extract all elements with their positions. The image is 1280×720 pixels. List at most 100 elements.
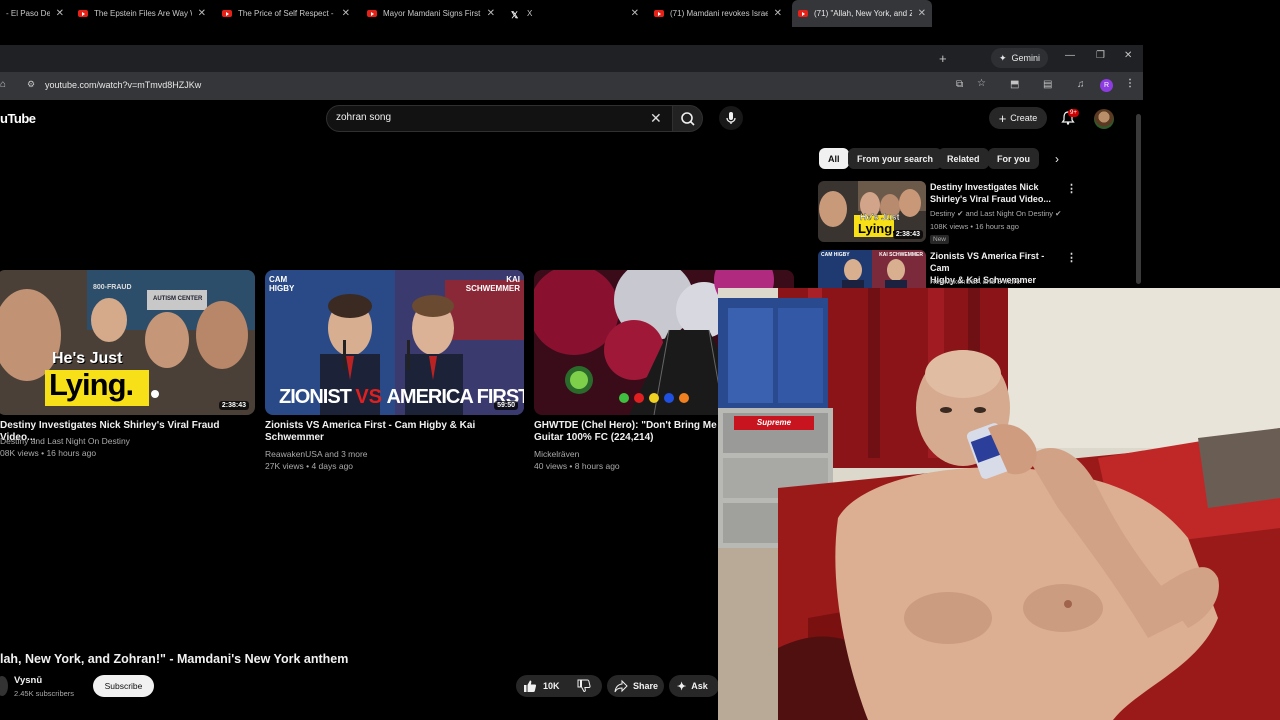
close-icon[interactable]: ✕ xyxy=(774,8,782,19)
endscreen-video-channel[interactable]: Destiny and Last Night On Destiny xyxy=(0,435,130,447)
endscreen-video-channel[interactable]: Mickelräven xyxy=(534,448,579,460)
tab-price-of-self-respect[interactable]: The Price of Self Respect - Yo ✕ xyxy=(216,0,356,27)
search-button[interactable] xyxy=(672,105,703,132)
plus-icon: + xyxy=(998,110,1007,126)
minimize-icon[interactable]: — xyxy=(1065,50,1075,61)
like-count: 10K xyxy=(543,681,560,691)
close-icon[interactable]: ✕ xyxy=(198,8,206,19)
tab-title: Mayor Mamdani Signs First T xyxy=(383,9,481,18)
x-icon: 𝕏 xyxy=(511,10,519,20)
bookmark-star-icon[interactable]: ☆ xyxy=(977,78,986,89)
tab-x[interactable]: 𝕏 X ✕ xyxy=(505,0,645,27)
tab-title: The Price of Self Respect - Yo xyxy=(238,9,336,18)
close-icon[interactable]: ✕ xyxy=(56,8,64,19)
video-duration: 2:38:43 xyxy=(892,230,923,239)
tab-el-paso[interactable]: - El Paso Del ✕ xyxy=(0,0,70,27)
sidebar-video-thumbnail[interactable]: CAM HIGBY KAI SCHWEMMER xyxy=(818,250,926,288)
voice-search-button[interactable] xyxy=(719,106,743,130)
profile-avatar[interactable]: R xyxy=(1100,79,1113,92)
site-info-icon[interactable]: ⚙ xyxy=(27,79,35,90)
thumbnail-caption: ZIONIST xyxy=(279,386,352,408)
ask-button[interactable]: ✦ Ask xyxy=(669,675,719,697)
search-input[interactable]: zohran song xyxy=(336,112,391,123)
account-avatar[interactable] xyxy=(1094,109,1114,129)
new-badge: New xyxy=(930,235,950,244)
channel-name: Destiny xyxy=(930,209,956,218)
sidebar-video-channel[interactable]: ReawakenUSA and 3 more xyxy=(930,276,1020,288)
side-panel-icon[interactable]: ▤ xyxy=(1043,79,1052,90)
sidebar-video-thumbnail[interactable]: He's Just Lying. 2:38:43 xyxy=(818,181,926,242)
tab-strip xyxy=(0,45,1143,72)
ask-label: Ask xyxy=(691,681,708,691)
url-field[interactable]: youtube.com/watch?v=mTmvd8HZJKw xyxy=(45,80,201,90)
extensions-icon[interactable]: ⬒ xyxy=(1010,79,1019,90)
clear-search-icon[interactable]: ✕ xyxy=(650,110,662,127)
window-close-icon[interactable]: ✕ xyxy=(1124,50,1132,61)
sidebar-scrollbar[interactable] xyxy=(1135,110,1143,290)
channel-name[interactable]: Vysnū xyxy=(14,675,42,686)
youtube-logo[interactable]: uTube xyxy=(0,111,36,126)
webcam-overlay: Supreme xyxy=(718,288,1280,720)
create-label: Create xyxy=(1010,113,1038,123)
thumbnail-caption: KAI SCHWEMMER xyxy=(465,275,520,293)
close-icon[interactable]: ✕ xyxy=(918,8,926,19)
browser-menu-icon[interactable]: ⋮ xyxy=(1125,78,1135,89)
endscreen-video-title[interactable]: Zionists VS America First - Cam Higby & … xyxy=(265,420,520,444)
endscreen-video-channel[interactable]: ReawakenUSA and 3 more xyxy=(265,448,368,460)
channel-avatar[interactable] xyxy=(0,676,8,696)
sparkle-icon: ✦ xyxy=(677,680,687,693)
tab-epstein-files[interactable]: The Epstein Files Are Way W ✕ xyxy=(72,0,212,27)
sign-text: 800-FRAUD xyxy=(93,284,132,291)
home-icon[interactable]: ⌂ xyxy=(0,79,6,90)
dislike-button[interactable] xyxy=(566,675,602,697)
thumbnail-caption: He's Just xyxy=(52,350,123,367)
new-tab-button[interactable]: + xyxy=(939,51,947,66)
close-icon[interactable]: ✕ xyxy=(631,8,639,19)
create-button[interactable]: + Create xyxy=(989,107,1047,129)
tab-title: - El Paso Del xyxy=(6,9,50,18)
more-actions-icon[interactable]: ⋮ xyxy=(1066,251,1077,264)
subscribe-button[interactable]: Subscribe xyxy=(93,675,154,697)
thumbs-up-icon xyxy=(524,680,537,692)
thumbs-down-icon xyxy=(577,679,591,693)
endscreen-video-meta: 27K views • 4 days ago xyxy=(265,461,354,471)
tab-allah-new-york[interactable]: (71) "Allah, New York, and Zo ✕ xyxy=(792,0,932,27)
sparkle-icon: ✦ xyxy=(999,52,1007,63)
thumbnail-caption: VS xyxy=(355,386,383,408)
thumbnail-caption: KAI SCHWEMMER xyxy=(879,252,923,258)
install-app-icon[interactable]: ⧉ xyxy=(956,79,963,90)
thumbnail-headline: ZIONIST VS AMERICA FIRST xyxy=(279,386,524,409)
close-icon[interactable]: ✕ xyxy=(342,8,350,19)
channel-name-extra: and Last Night On Destiny xyxy=(965,209,1054,218)
webcam-feed xyxy=(718,288,1280,720)
chip-related[interactable]: Related xyxy=(938,148,989,169)
thumbnail-caption: Lying. xyxy=(49,367,134,402)
youtube-icon xyxy=(367,10,377,17)
endscreen-video-title[interactable]: GHWTDE (Chel Hero): "Don't Bring Me D Gu… xyxy=(534,420,724,444)
media-controls-icon[interactable]: ♫ xyxy=(1077,79,1085,90)
sidebar-video-meta: 108K views • 16 hours ago xyxy=(930,222,1019,231)
chip-from-your-search[interactable]: From your search xyxy=(848,148,943,169)
chip-all[interactable]: All xyxy=(819,148,849,169)
tab-title: (71) Mamdani revokes Israel xyxy=(670,9,768,18)
supreme-box-label: Supreme xyxy=(734,416,814,430)
microphone-icon xyxy=(726,112,736,124)
share-button[interactable]: Share xyxy=(607,675,664,697)
sidebar-video-channel[interactable]: Destiny ✔ and Last Night On Destiny ✔ xyxy=(930,208,1061,220)
like-button[interactable]: 10K xyxy=(516,675,572,697)
endscreen-video-thumbnail[interactable]: 800-FRAUD AUTISM CENTER He's Just Lying.… xyxy=(0,270,255,415)
more-actions-icon[interactable]: ⋮ xyxy=(1066,182,1077,195)
close-icon[interactable]: ✕ xyxy=(487,8,495,19)
gemini-button[interactable]: ✦ Gemini xyxy=(991,48,1049,68)
tab-mamdani-revokes[interactable]: (71) Mamdani revokes Israel ✕ xyxy=(648,0,788,27)
maximize-icon[interactable]: ❐ xyxy=(1096,50,1105,61)
sidebar-video-title[interactable]: Destiny Investigates Nick Shirley's Vira… xyxy=(930,181,1065,205)
endscreen-video-thumbnail[interactable]: CAM HIGBY KAI SCHWEMMER ZIONIST VS AMERI… xyxy=(265,270,524,415)
thumbnail-caption: Lying. xyxy=(858,221,896,236)
chip-for-you[interactable]: For you xyxy=(988,148,1039,169)
endscreen-video-meta: 40 views • 8 hours ago xyxy=(534,461,620,471)
chevron-right-icon[interactable]: › xyxy=(1055,152,1059,166)
youtube-icon xyxy=(654,10,664,17)
tab-mayor-mamdani[interactable]: Mayor Mamdani Signs First T ✕ xyxy=(361,0,501,27)
subscriber-count: 2.45K subscribers xyxy=(14,689,75,698)
